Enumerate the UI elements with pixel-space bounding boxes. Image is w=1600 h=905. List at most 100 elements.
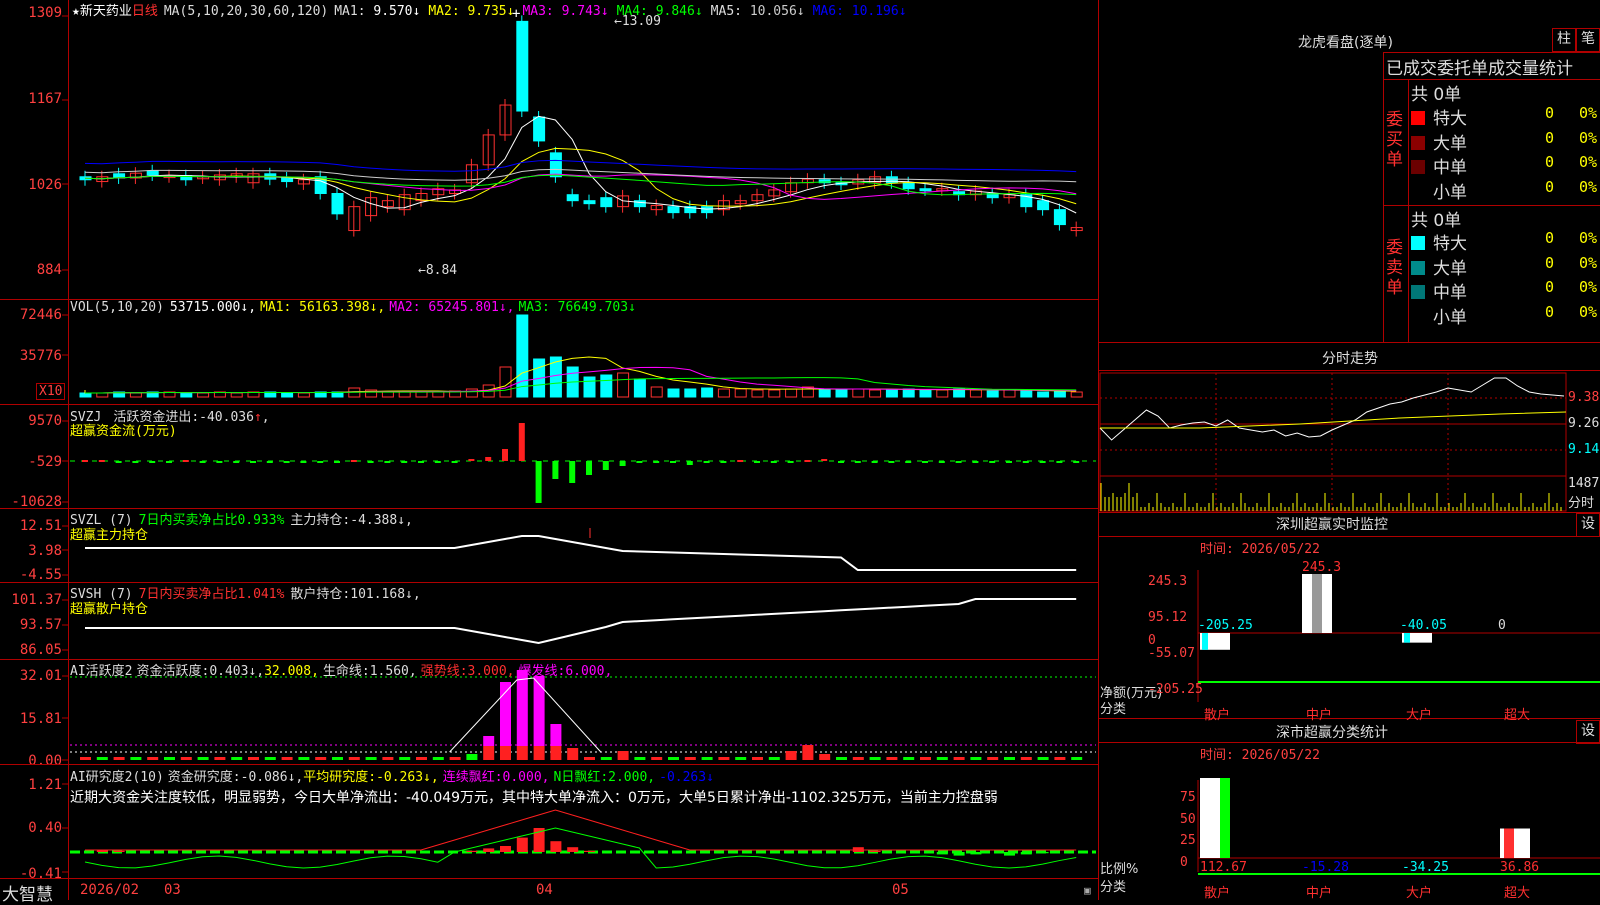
active-bar-pink: [533, 676, 545, 746]
monitor-value-3: 0: [1498, 618, 1506, 633]
ma5-value: 10.056↓: [749, 4, 805, 19]
buy-total: 共 0单: [1411, 85, 1462, 105]
ai-active-legend: AI活跃度2 资金活跃度:0.403↓,32.008, 生命线:1.560, 强势线:…: [70, 664, 613, 679]
cross-cursor-icon: +: [512, 6, 521, 22]
classify-settings-button[interactable]: 设: [1576, 720, 1600, 744]
monitor-cat-0: 散户: [1204, 708, 1231, 723]
svsh-title: 超赢散户持仓: [70, 602, 149, 617]
ai-active-axis-tick-1: 15.81: [19, 711, 62, 727]
buy-name-3: 小单: [1433, 182, 1467, 203]
active-bar: [584, 757, 595, 760]
buy-swatch-0: [1411, 111, 1425, 125]
vol-multiplier: X10: [36, 383, 66, 400]
volume-bar: [281, 392, 294, 398]
volume-bar: [885, 389, 898, 398]
dragon-title: 龙虎看盘(逐单): [1298, 35, 1393, 51]
monitor-settings-button[interactable]: 设: [1576, 513, 1600, 537]
intraday-title: 分时走势: [1322, 351, 1378, 367]
flow-bar: [300, 461, 307, 463]
star-icon[interactable]: ★: [72, 4, 80, 19]
ma-params: MA(5,10,20,30,60,120): [163, 4, 329, 19]
active-bar: [718, 757, 730, 760]
dragon-box-left: [1383, 52, 1384, 342]
buy-pct-2: 0%: [1579, 153, 1598, 171]
research-bar: [516, 837, 528, 852]
flow-bar: [737, 460, 744, 462]
volume-bar: [902, 388, 915, 398]
candle-body: [533, 116, 546, 142]
volume-bar: [583, 376, 596, 398]
volume-bar: [633, 378, 646, 398]
flow-bar: [854, 461, 861, 463]
ma2-label: MA2:: [428, 4, 468, 19]
active-bar: [315, 757, 327, 760]
active-bar: [550, 746, 562, 760]
buy-qty-1: 0: [1545, 128, 1555, 147]
flow-bar: [787, 461, 794, 463]
volume-bar: [129, 392, 142, 398]
main-axis-tick-1: 1167: [28, 91, 62, 107]
main-axis-tick-2: 1026: [28, 177, 62, 193]
ma-line: [84, 159, 1077, 173]
volume-bar: [1070, 391, 1083, 398]
active-bar-pink: [483, 736, 495, 746]
active-bar: [96, 757, 108, 760]
svzl-line: [85, 535, 1077, 571]
flow-bar: [670, 461, 676, 463]
intraday-avg-line: [1100, 411, 1567, 429]
research-bar: [483, 848, 495, 852]
intraday-vol-max: 1487: [1568, 476, 1600, 491]
active-bar: [651, 757, 663, 760]
flow-bar: [384, 461, 391, 463]
brand-logo[interactable]: 大智慧: [2, 880, 53, 905]
buy-qty-2: 0: [1545, 153, 1555, 171]
candle-body: [516, 20, 529, 112]
vol-ma2-line: [85, 366, 1077, 394]
classify-bar-shade: [1220, 778, 1230, 858]
classify-cat-2: 大户: [1406, 886, 1433, 901]
active-bar: [768, 757, 780, 760]
separator-bottom-bar: [0, 878, 1098, 879]
sell-row-0: 特大 0 0%: [1411, 229, 1600, 254]
date-04: 04: [536, 882, 553, 898]
volume-bar: [230, 392, 243, 398]
active-bar: [617, 751, 629, 760]
bar-mode-button[interactable]: 柱: [1552, 28, 1576, 52]
dragon-box-top: [1383, 52, 1600, 53]
volume-bar: [1053, 390, 1066, 398]
ma6-value: 10.196↓: [851, 4, 907, 19]
candle-body: [600, 197, 613, 208]
candle-body: [566, 194, 579, 202]
classify-value-2: -34.25: [1402, 860, 1449, 875]
active-bar: [332, 757, 343, 760]
volume-bar: [96, 392, 109, 398]
buy-name-2: 中单: [1433, 158, 1467, 178]
active-bar: [953, 757, 965, 760]
buy-row-0: 特大 0 0%: [1411, 104, 1600, 129]
flow-bar: [485, 457, 492, 461]
flow-bar: [770, 461, 777, 463]
intraday-top-line: [1098, 342, 1600, 343]
candle-body: [919, 188, 932, 192]
classify-axis-0: 75: [1180, 790, 1196, 805]
flow-bar: [434, 461, 441, 463]
classify-axis-1: 50: [1180, 812, 1196, 827]
classify-cat-3: 超大: [1504, 886, 1531, 901]
volume-bar: [1037, 391, 1050, 398]
classify-value-1: -15.28: [1302, 860, 1349, 875]
vol-ma1-value: 56163.398↓,: [299, 300, 386, 315]
volume-bar: [919, 389, 932, 398]
vol-ma3-label: MA3:: [518, 300, 558, 315]
sell-qty-0: 0: [1545, 229, 1555, 247]
period-label[interactable]: 日线: [132, 4, 158, 19]
research-red-line: [85, 809, 1077, 851]
tick-mode-button[interactable]: 笔: [1576, 28, 1600, 52]
flow-bar: [888, 461, 895, 463]
active-bar: [214, 757, 226, 760]
kline-chart-area[interactable]: [0, 0, 1600, 900]
active-bar: [466, 754, 478, 760]
active-bar: [500, 746, 511, 760]
active-bar: [365, 757, 377, 760]
lock-icon[interactable]: ▣: [1084, 884, 1091, 897]
flow-bar: [115, 461, 122, 463]
